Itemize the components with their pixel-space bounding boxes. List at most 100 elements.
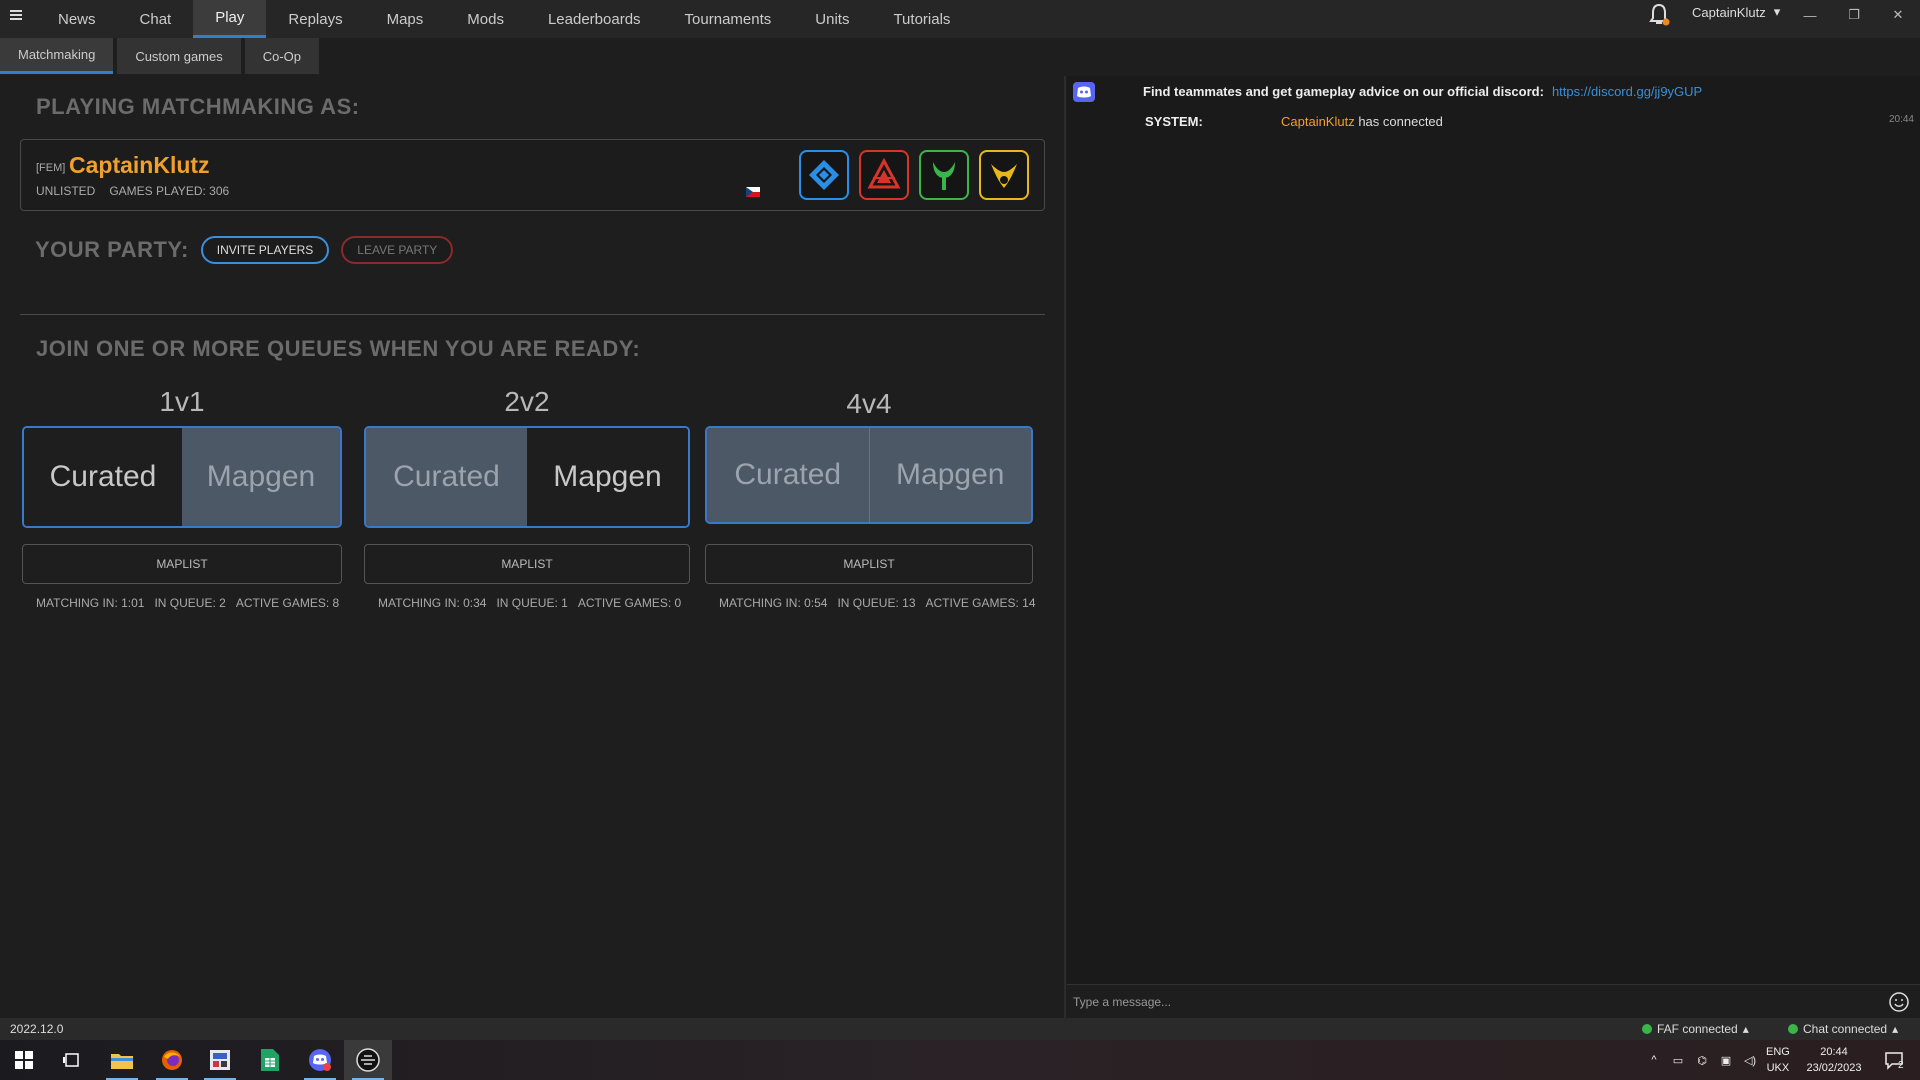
wifi-icon[interactable]: ⌬ [1690, 1054, 1714, 1067]
aeon-faction-icon[interactable] [919, 150, 969, 200]
system-tray: ^ ▭ ⌬ ▣ ◁) [1642, 1040, 1762, 1080]
network-icon[interactable]: ▣ [1714, 1054, 1738, 1067]
windows-taskbar: ^ ▭ ⌬ ▣ ◁) ENG UKX 20:44 23/02/2023 2 [0, 1040, 1920, 1080]
nav-news[interactable]: News [36, 0, 118, 38]
curated-toggle[interactable]: Curated [707, 428, 869, 522]
games-played-label: GAMES PLAYED: 306 [109, 184, 230, 198]
discord-taskbar-icon[interactable] [296, 1040, 344, 1080]
queue-stats: MATCHING IN: 0:34 IN QUEUE: 1 ACTIVE GAM… [364, 596, 690, 610]
nav-tournaments[interactable]: Tournaments [663, 0, 794, 38]
nav-play[interactable]: Play [193, 0, 267, 38]
section-divider [20, 314, 1045, 315]
firefox-icon[interactable] [148, 1040, 196, 1080]
chat-connection-status[interactable]: Chat connected ▴ [1788, 1022, 1898, 1036]
clock-date: 23/02/2023 [1806, 1062, 1862, 1074]
system-sender: SYSTEM: [1145, 114, 1203, 129]
chat-message-input[interactable] [1073, 993, 1853, 1011]
chevron-up-icon: ▴ [1742, 1022, 1749, 1036]
hamburger-menu-icon[interactable] [10, 8, 26, 28]
minimize-icon[interactable]: — [1788, 0, 1832, 30]
chat-input-bar [1067, 984, 1920, 1018]
connected-dot-icon [1788, 1024, 1798, 1034]
queue-2v2: 2v2 Curated Mapgen MAPLIST MATCHING IN: … [364, 386, 690, 610]
queue-toggle: Curated Mapgen [705, 426, 1033, 524]
tab-coop[interactable]: Co-Op [244, 38, 320, 74]
queue-1v1: 1v1 Curated Mapgen MAPLIST MATCHING IN: … [22, 386, 342, 610]
close-icon[interactable]: ✕ [1876, 0, 1920, 30]
emoji-icon[interactable] [1888, 991, 1910, 1013]
user-menu[interactable]: CaptainKlutz ▾ [1692, 4, 1780, 20]
curated-toggle[interactable]: Curated [366, 428, 527, 526]
clock-time: 20:44 [1820, 1046, 1848, 1058]
main-nav: News Chat Play Replays Maps Mods Leaderb… [36, 0, 972, 38]
windows-start-icon[interactable] [0, 1040, 48, 1080]
queues-heading: JOIN ONE OR MORE QUEUES WHEN YOU ARE REA… [36, 336, 641, 361]
discord-text: Find teammates and get gameplay advice o… [1143, 84, 1544, 99]
nav-units[interactable]: Units [793, 0, 871, 38]
rank-label: UNLISTED [36, 184, 96, 198]
nav-maps[interactable]: Maps [365, 0, 446, 38]
nav-leaderboards[interactable]: Leaderboards [526, 0, 663, 38]
invite-players-button[interactable]: INVITE PLAYERS [200, 236, 330, 264]
mapgen-toggle[interactable]: Mapgen [868, 428, 1031, 522]
active-games: ACTIVE GAMES: 8 [235, 596, 340, 610]
nav-chat[interactable]: Chat [118, 0, 194, 38]
input-language[interactable]: ENG UKX [1766, 1040, 1790, 1080]
cybran-faction-icon[interactable] [859, 150, 909, 200]
player-stats: UNLISTED GAMES PLAYED: 306 [36, 184, 229, 198]
device-icon[interactable]: ▭ [1666, 1054, 1690, 1067]
clan-tag: [FEM] [36, 162, 66, 174]
panel-splitter[interactable] [1064, 76, 1066, 1020]
uef-faction-icon[interactable] [799, 150, 849, 200]
restore-icon[interactable]: ❐ [1832, 0, 1876, 30]
faf-client-taskbar-icon[interactable] [344, 1040, 392, 1080]
discord-link[interactable]: https://discord.gg/jj9yGUP [1552, 84, 1702, 99]
version-label: 2022.12.0 [10, 1022, 64, 1036]
system-message: CaptainKlutz has connected [1281, 114, 1443, 129]
clock[interactable]: 20:44 23/02/2023 [1802, 1040, 1866, 1080]
nav-replays[interactable]: Replays [266, 0, 364, 38]
nav-mods[interactable]: Mods [445, 0, 526, 38]
window-controls: — ❐ ✕ [1788, 0, 1920, 30]
nav-tutorials[interactable]: Tutorials [871, 0, 972, 38]
in-queue: IN QUEUE: 2 [154, 596, 226, 610]
chevron-up-icon: ▴ [1892, 1022, 1899, 1036]
maplist-button[interactable]: MAPLIST [364, 544, 690, 584]
faf-connection-status[interactable]: FAF connected ▴ [1642, 1022, 1749, 1036]
notification-center-icon[interactable]: 2 [1876, 1040, 1912, 1080]
language-code: ENG [1766, 1046, 1790, 1058]
matchmaking-panel: PLAYING MATCHMAKING AS: [FEM] CaptainKlu… [0, 76, 1064, 1018]
system-message-text: has connected [1354, 114, 1443, 129]
spreadsheet-icon[interactable] [246, 1040, 294, 1080]
chat-status-text: Chat connected [1803, 1022, 1888, 1036]
connected-dot-icon [1642, 1024, 1652, 1034]
seraphim-faction-icon[interactable] [979, 150, 1029, 200]
notification-bell-icon[interactable] [1646, 2, 1672, 28]
app-icon[interactable] [196, 1040, 244, 1080]
keyboard-layout: UKX [1766, 1062, 1790, 1074]
maplist-button[interactable]: MAPLIST [705, 544, 1033, 584]
matchmaking-heading: PLAYING MATCHMAKING AS: [36, 94, 360, 119]
system-message-user[interactable]: CaptainKlutz [1281, 114, 1355, 129]
curated-toggle[interactable]: Curated [24, 428, 182, 526]
faf-status-text: FAF connected [1657, 1022, 1738, 1036]
maplist-button[interactable]: MAPLIST [22, 544, 342, 584]
mapgen-toggle[interactable]: Mapgen [527, 428, 688, 526]
party-chat-panel: Find teammates and get gameplay advice o… [1067, 76, 1920, 1020]
queue-toggle: Curated Mapgen [364, 426, 690, 528]
mapgen-toggle[interactable]: Mapgen [182, 428, 340, 526]
leave-party-button[interactable]: LEAVE PARTY [341, 236, 454, 264]
volume-icon[interactable]: ◁) [1738, 1054, 1762, 1067]
file-explorer-icon[interactable] [98, 1040, 146, 1080]
queue-title: 4v4 [846, 388, 892, 419]
tab-custom-games[interactable]: Custom games [117, 38, 241, 74]
active-games: ACTIVE GAMES: 14 [925, 596, 1036, 610]
task-view-icon[interactable] [48, 1040, 96, 1080]
chevron-up-icon[interactable]: ^ [1642, 1054, 1666, 1066]
active-games: ACTIVE GAMES: 0 [577, 596, 682, 610]
username-label: CaptainKlutz [1692, 4, 1766, 20]
tab-matchmaking[interactable]: Matchmaking [0, 38, 114, 74]
player-name[interactable]: CaptainKlutz [69, 152, 210, 179]
chevron-down-icon: ▾ [1773, 4, 1781, 19]
notification-count: 2 [1898, 1060, 1904, 1071]
